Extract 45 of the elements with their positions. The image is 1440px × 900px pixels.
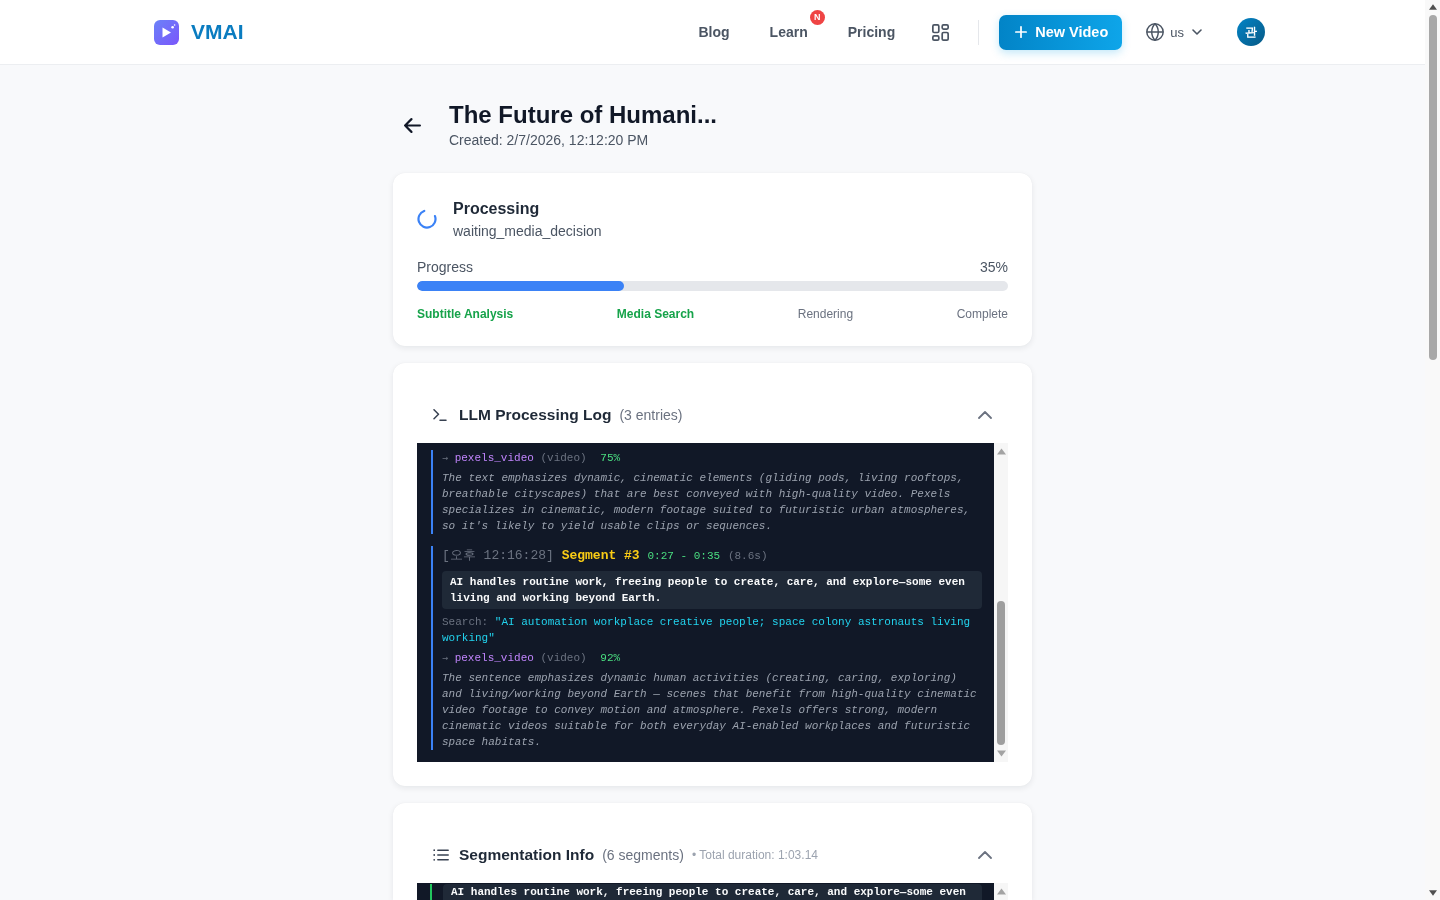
status-stage: waiting_media_decision bbox=[453, 222, 602, 241]
console-scrollbar[interactable] bbox=[994, 443, 1008, 762]
globe-icon bbox=[1146, 23, 1165, 41]
segment-count: (6 segments) bbox=[602, 847, 684, 863]
language-selector[interactable]: us bbox=[1146, 23, 1202, 41]
panel-title: LLM Processing Log bbox=[459, 405, 612, 425]
search-query: Search: "AI automation workplace creative people; space colony astronauts living working" bbox=[442, 615, 972, 646]
media-result: → pexels_video (video) 92% bbox=[442, 651, 622, 666]
step-label: Complete bbox=[956, 306, 1008, 322]
reasoning-text: The sentence emphasizes dynamic human activities (creating, caring, exploring) and living/working beyond Earth — scenes that benefit from high-quality cinematic video footage to convey motion and atmosphere. Pexels offers strong, modern cinematic videos suitable for both everyday AI-enabled workplaces and futuristic space habitats. bbox=[442, 671, 978, 750]
scroll-down-icon[interactable] bbox=[1428, 890, 1437, 896]
step-label: Media Search bbox=[616, 306, 695, 322]
scrollbar-thumb[interactable] bbox=[997, 601, 1005, 745]
step-label: Subtitle Analysis bbox=[417, 306, 514, 322]
new-badge: N bbox=[809, 10, 825, 25]
segment-text: AI handles routine work, freeing people to create, care, and explore—some even living and working beyond Earth. bbox=[442, 571, 982, 609]
progress-percent: 35% bbox=[979, 258, 1008, 277]
media-result: → pexels_video (video) 75% bbox=[442, 451, 622, 466]
total-duration: • Total duration: 1:03.14 bbox=[691, 848, 818, 862]
video-title: The Future of Humani... bbox=[449, 100, 717, 130]
list-icon bbox=[433, 849, 449, 861]
progress-label: Progress bbox=[417, 258, 474, 277]
dashboard-grid-icon[interactable] bbox=[932, 23, 950, 41]
segment-text: AI handles routine work, freeing people to create, care, and explore—some even bbox=[443, 884, 982, 900]
status-title: Processing bbox=[453, 199, 541, 219]
terminal-icon bbox=[433, 409, 447, 421]
panel-title: Segmentation Info bbox=[459, 845, 595, 865]
brand-name[interactable]: VMAI bbox=[191, 19, 244, 45]
entry-count: (3 entries) bbox=[619, 407, 683, 423]
chevron-down-icon bbox=[1192, 29, 1202, 35]
nav-link[interactable]: Pricing bbox=[847, 16, 896, 48]
nav-link[interactable]: Learn bbox=[769, 16, 808, 48]
step-label: Rendering bbox=[797, 306, 854, 322]
created-date: Created: 2/7/2026, 12:12:20 PM bbox=[449, 131, 650, 150]
scroll-up-icon[interactable] bbox=[1428, 4, 1437, 10]
play-logo-icon[interactable] bbox=[154, 19, 179, 45]
scrollbar-thumb[interactable] bbox=[1428, 15, 1437, 360]
nav-link[interactable]: Blog bbox=[698, 16, 730, 48]
console-scrollbar[interactable] bbox=[994, 883, 1008, 900]
loading-spinner-icon bbox=[417, 209, 437, 229]
entry-header: [오후 12:16:28] Segment #3 0:27 - 0:35 (8.6s) bbox=[442, 547, 769, 565]
reasoning-text: The text emphasizes dynamic, cinematic elements (gliding pods, living rooftops, breathable cityscapes) that are best conveyed with high-quality video. Pexels specializes in cinematic, modern footage suited to futuristic urban atmospheres, so it's likely to yield usable clips or sequences. bbox=[442, 471, 972, 534]
back-arrow-icon bbox=[403, 116, 421, 134]
user-avatar[interactable]: 관 bbox=[1237, 18, 1265, 46]
plus-icon bbox=[1015, 26, 1028, 38]
